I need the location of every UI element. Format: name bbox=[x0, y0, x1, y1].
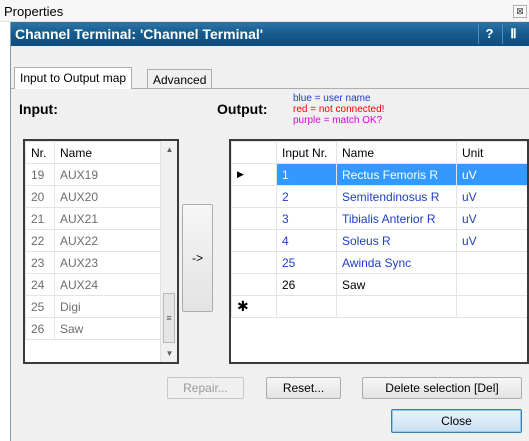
table-row[interactable]: 25 Awinda Sync bbox=[231, 251, 527, 274]
panel-header: Channel Terminal: 'Channel Terminal' ? Ⅱ bbox=[11, 22, 529, 46]
table-row[interactable]: ▶ 1 Rectus Femoris R uV bbox=[231, 163, 527, 186]
delete-selection-button[interactable]: Delete selection [Del] bbox=[362, 377, 522, 399]
input-name-cell[interactable]: AUX19 bbox=[54, 163, 162, 186]
column-header-nr[interactable]: Nr. bbox=[25, 141, 55, 164]
input-nr-cell[interactable]: 21 bbox=[25, 207, 55, 230]
input-nr-cell[interactable]: 24 bbox=[25, 273, 55, 296]
pin-icon[interactable]: Ⅱ bbox=[502, 24, 524, 44]
table-row[interactable]: 20 AUX20 bbox=[25, 185, 162, 208]
properties-titlebar: Properties ⊠ bbox=[0, 0, 529, 22]
output-input-nr-cell[interactable]: 2 bbox=[276, 185, 337, 208]
column-header-output-name[interactable]: Name bbox=[336, 141, 457, 164]
output-input-nr-cell[interactable]: 26 bbox=[276, 273, 337, 296]
output-header-row: Input Nr. Name Unit bbox=[231, 141, 527, 164]
output-unit-cell[interactable] bbox=[456, 251, 527, 274]
input-name-cell[interactable]: AUX23 bbox=[54, 251, 162, 274]
table-row[interactable]: 25 Digi bbox=[25, 295, 162, 318]
reset-button[interactable]: Reset... bbox=[266, 377, 341, 399]
table-row[interactable]: 22 AUX22 bbox=[25, 229, 162, 252]
panel-title: Channel Terminal: 'Channel Terminal' bbox=[15, 26, 264, 42]
scroll-thumb[interactable]: ≡ bbox=[163, 293, 175, 343]
input-name-cell[interactable]: AUX20 bbox=[54, 185, 162, 208]
tab-content: Input: Output: blue = user name red = no… bbox=[11, 88, 529, 397]
input-nr-cell[interactable]: 20 bbox=[25, 185, 55, 208]
table-row[interactable]: 23 AUX23 bbox=[25, 251, 162, 274]
row-marker[interactable] bbox=[231, 273, 277, 296]
legend-blue: blue = user name bbox=[293, 93, 371, 104]
row-marker[interactable] bbox=[231, 207, 277, 230]
new-row-cell[interactable] bbox=[456, 295, 527, 318]
scroll-up-icon[interactable]: ▲ bbox=[161, 141, 177, 158]
output-input-nr-cell[interactable]: 25 bbox=[276, 251, 337, 274]
column-header-name[interactable]: Name bbox=[54, 141, 162, 164]
output-input-nr-cell[interactable]: 4 bbox=[276, 229, 337, 252]
properties-title: Properties bbox=[4, 4, 64, 19]
map-input-to-output-button[interactable]: -> bbox=[182, 204, 213, 312]
input-nr-cell[interactable]: 19 bbox=[25, 163, 55, 186]
column-header-unit[interactable]: Unit bbox=[456, 141, 527, 164]
output-unit-cell[interactable] bbox=[456, 273, 527, 296]
scroll-down-icon[interactable]: ▼ bbox=[161, 345, 177, 362]
color-legend: blue = user name red = not connected! pu… bbox=[293, 93, 384, 126]
channel-terminal-panel: Channel Terminal: 'Channel Terminal' ? Ⅱ… bbox=[10, 22, 529, 441]
input-nr-cell[interactable]: 22 bbox=[25, 229, 55, 252]
output-name-cell[interactable]: Saw bbox=[336, 273, 457, 296]
column-header-row-marker bbox=[231, 141, 277, 164]
output-name-cell[interactable]: Soleus R bbox=[336, 229, 457, 252]
tab-advanced[interactable]: Advanced bbox=[147, 69, 213, 89]
row-marker[interactable] bbox=[231, 185, 277, 208]
input-grid[interactable]: Nr. Name 19 AUX19 20 AUX20 21 AUX21 22 AUX22… bbox=[23, 139, 179, 364]
table-row[interactable]: 4 Soleus R uV bbox=[231, 229, 527, 252]
input-scrollbar[interactable]: ▲ ≡ ▼ bbox=[160, 141, 177, 362]
close-icon[interactable]: ⊠ bbox=[513, 5, 527, 18]
table-row[interactable]: 3 Tibialis Anterior R uV bbox=[231, 207, 527, 230]
repair-button[interactable]: Repair... bbox=[167, 377, 244, 399]
new-row[interactable]: ✱ bbox=[231, 295, 527, 318]
legend-purple: purple = match OK? bbox=[293, 115, 383, 126]
input-nr-cell[interactable]: 23 bbox=[25, 251, 55, 274]
output-name-cell[interactable]: Semitendinosus R bbox=[336, 185, 457, 208]
table-row[interactable]: 26 Saw bbox=[231, 273, 527, 296]
input-nr-cell[interactable]: 26 bbox=[25, 317, 55, 340]
new-row-icon: ✱ bbox=[231, 295, 277, 318]
output-unit-cell[interactable]: uV bbox=[456, 229, 527, 252]
output-name-cell[interactable]: Tibialis Anterior R bbox=[336, 207, 457, 230]
table-row[interactable]: 19 AUX19 bbox=[25, 163, 162, 186]
input-name-cell[interactable]: Saw bbox=[54, 317, 162, 340]
input-name-cell[interactable]: AUX22 bbox=[54, 229, 162, 252]
input-header-row: Nr. Name bbox=[25, 141, 162, 164]
close-button[interactable]: Close bbox=[391, 409, 522, 433]
input-name-cell[interactable]: AUX21 bbox=[54, 207, 162, 230]
output-unit-cell[interactable]: uV bbox=[456, 163, 527, 186]
input-name-cell[interactable]: AUX24 bbox=[54, 273, 162, 296]
input-name-cell[interactable]: Digi bbox=[54, 295, 162, 318]
column-header-input-nr[interactable]: Input Nr. bbox=[276, 141, 337, 164]
legend-red: red = not connected! bbox=[293, 104, 385, 115]
row-marker[interactable] bbox=[231, 251, 277, 274]
table-row[interactable]: 2 Semitendinosus R uV bbox=[231, 185, 527, 208]
table-row[interactable]: 26 Saw bbox=[25, 317, 162, 340]
table-row[interactable]: 24 AUX24 bbox=[25, 273, 162, 296]
tab-input-to-output-map[interactable]: Input to Output map bbox=[14, 67, 133, 89]
output-grid[interactable]: Input Nr. Name Unit ▶ 1 Rectus Femoris R… bbox=[229, 139, 529, 364]
output-input-nr-cell[interactable]: 1 bbox=[276, 163, 337, 186]
output-name-cell[interactable]: Awinda Sync bbox=[336, 251, 457, 274]
output-unit-cell[interactable]: uV bbox=[456, 185, 527, 208]
input-nr-cell[interactable]: 25 bbox=[25, 295, 55, 318]
help-button[interactable]: ? bbox=[478, 24, 500, 44]
input-label: Input: bbox=[19, 101, 58, 117]
table-row[interactable]: 21 AUX21 bbox=[25, 207, 162, 230]
row-marker[interactable]: ▶ bbox=[231, 163, 277, 186]
new-row-cell[interactable] bbox=[276, 295, 337, 318]
output-name-cell[interactable]: Rectus Femoris R bbox=[336, 163, 457, 186]
output-input-nr-cell[interactable]: 3 bbox=[276, 207, 337, 230]
output-label: Output: bbox=[217, 101, 268, 117]
new-row-cell[interactable] bbox=[336, 295, 457, 318]
output-unit-cell[interactable]: uV bbox=[456, 207, 527, 230]
row-marker[interactable] bbox=[231, 229, 277, 252]
